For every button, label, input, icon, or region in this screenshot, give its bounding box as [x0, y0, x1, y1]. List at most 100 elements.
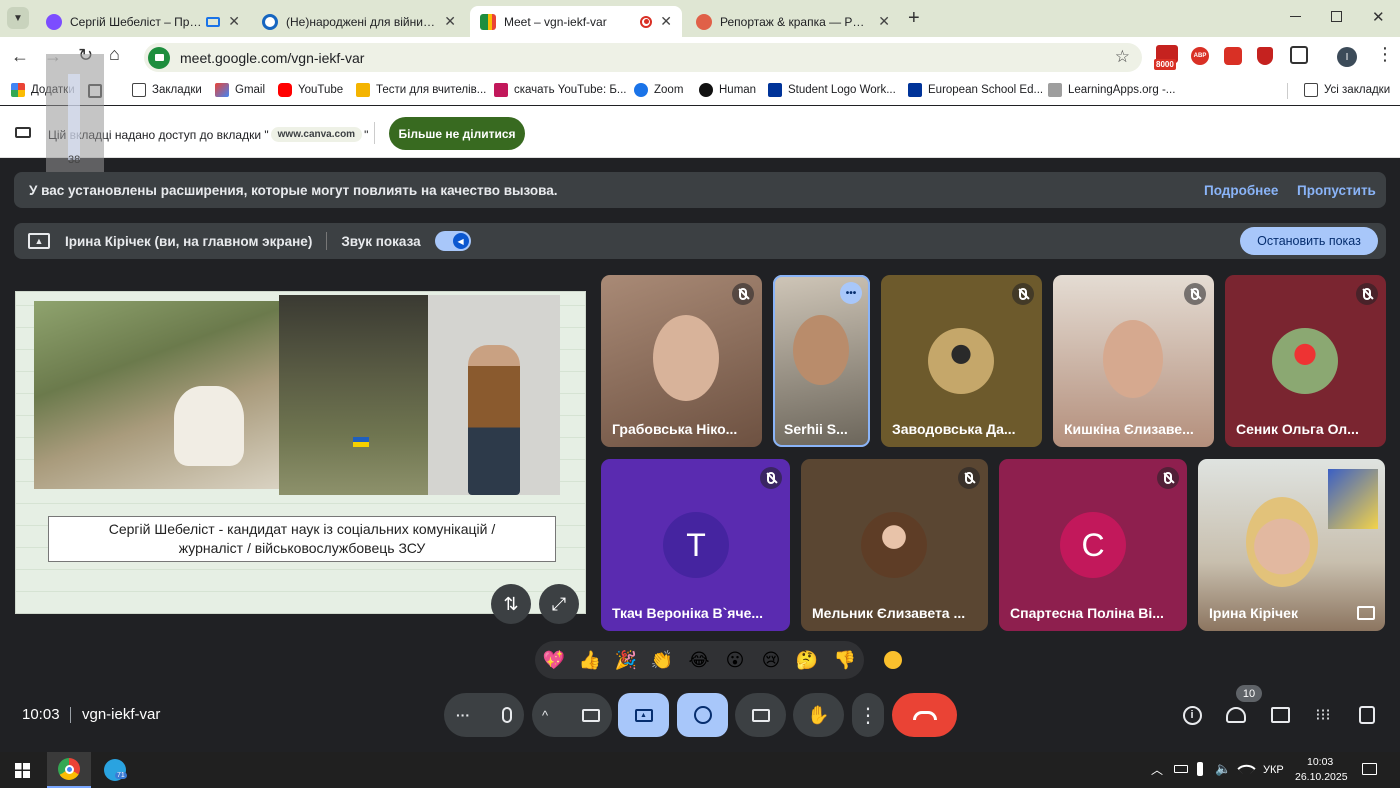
usb-icon[interactable]: [1197, 762, 1203, 776]
participant-avatar: [928, 328, 994, 394]
pip-icon[interactable]: [1357, 606, 1375, 620]
maximize-button[interactable]: [1331, 11, 1342, 22]
notifications-icon[interactable]: [1362, 763, 1377, 775]
present-button[interactable]: ▲: [618, 693, 669, 737]
reaction-laugh[interactable]: 😂: [682, 643, 716, 677]
clock-date[interactable]: 26.10.2025: [1295, 771, 1348, 783]
back-button[interactable]: ←: [11, 46, 29, 67]
skip-link[interactable]: Пропустить: [1297, 183, 1376, 198]
chat-button[interactable]: [1265, 700, 1295, 730]
volume-icon[interactable]: 🔈: [1215, 761, 1231, 777]
camera-icon[interactable]: [582, 708, 600, 722]
all-bookmarks[interactable]: Усі закладки: [1304, 83, 1390, 97]
taskbar-telegram[interactable]: 71: [93, 752, 137, 788]
emoji-button[interactable]: [677, 693, 728, 737]
shield-extension-icon[interactable]: [1257, 47, 1273, 65]
captions-button[interactable]: [735, 693, 786, 737]
tab-meet[interactable]: Meet – vgn-iekf-var ✕: [470, 6, 682, 37]
tab-search-button[interactable]: ▼: [7, 7, 29, 29]
skin-tone-button[interactable]: [884, 651, 902, 669]
reaction-surprised[interactable]: 😮: [718, 643, 752, 677]
participant-name: Кишкіна Єлизаве...: [1064, 421, 1194, 437]
close-icon[interactable]: ✕: [228, 13, 240, 30]
learn-more-link[interactable]: Подробнее: [1204, 183, 1278, 198]
battery-icon[interactable]: [1174, 765, 1188, 773]
profile-avatar[interactable]: I: [1337, 47, 1357, 67]
close-icon[interactable]: ✕: [444, 13, 456, 30]
new-tab-button[interactable]: +: [908, 7, 920, 30]
bookmark-download-youtube[interactable]: скачать YouTube: Б...: [494, 83, 626, 97]
participant-tile[interactable]: Мельник Єлизавета ...: [801, 459, 988, 631]
host-controls-button[interactable]: [1352, 700, 1382, 730]
swap-view-button[interactable]: ⇅: [491, 584, 531, 624]
wifi-icon[interactable]: [1237, 759, 1256, 778]
clock-time[interactable]: 10:03: [1307, 756, 1333, 768]
activities-button[interactable]: ⁝⁝⁝: [1308, 700, 1338, 730]
meeting-info-button[interactable]: i: [1177, 700, 1207, 730]
end-call-button[interactable]: [892, 693, 957, 737]
bookmark-learningapps[interactable]: LearningApps.org -...: [1048, 83, 1175, 97]
bookmark-european-school[interactable]: European School Ed...: [908, 83, 1043, 97]
menu-kebab-icon[interactable]: ⋮: [1376, 44, 1394, 65]
close-icon[interactable]: ✕: [660, 13, 672, 30]
reaction-heart[interactable]: 💖: [537, 643, 571, 677]
sound-toggle[interactable]: ◀: [434, 231, 471, 251]
minimize-button[interactable]: [1290, 16, 1301, 17]
tab-title: Meet – vgn-iekf-var: [504, 14, 607, 29]
reaction-party[interactable]: 🎉: [609, 643, 643, 677]
bookmark-student-logo[interactable]: Student Logo Work...: [768, 83, 896, 97]
bookmark-gmail[interactable]: Gmail: [215, 83, 265, 97]
close-icon[interactable]: ✕: [878, 13, 890, 30]
more-options-button[interactable]: ⋮: [852, 693, 884, 737]
bookmark-star-icon[interactable]: ☆: [1115, 47, 1130, 67]
close-window-button[interactable]: ✕: [1372, 8, 1385, 26]
tab-article[interactable]: (Не)народжені для війни: у По ✕: [252, 6, 466, 37]
reaction-clap[interactable]: 👏: [645, 643, 679, 677]
stop-presenting-button[interactable]: Остановить показ: [1240, 227, 1378, 255]
self-view-tile[interactable]: Ірина Кірічек: [1198, 459, 1385, 631]
home-button[interactable]: ⌂: [109, 44, 120, 65]
extensions-puzzle-icon[interactable]: [1290, 46, 1308, 64]
participant-tile[interactable]: Т Ткач Вероніка В`яче...: [601, 459, 790, 631]
language-indicator[interactable]: УКР: [1263, 764, 1284, 776]
stop-sharing-button[interactable]: Більше не ділитися: [389, 117, 525, 150]
tab-canva[interactable]: Сергій Шебеліст – Презент ✕: [36, 6, 250, 37]
tray-chevron-icon[interactable]: ︿: [1151, 761, 1163, 778]
screen-share-icon: [206, 16, 221, 27]
windows-start-icon[interactable]: [15, 763, 30, 778]
hang-up-icon: [912, 710, 937, 720]
reaction-thinking[interactable]: 🤔: [790, 643, 824, 677]
mic-control[interactable]: ···: [444, 693, 524, 737]
taskbar-chrome[interactable]: [47, 752, 91, 788]
participant-tile[interactable]: Заводовська Да...: [881, 275, 1042, 447]
adblock-icon[interactable]: ABP: [1191, 47, 1209, 65]
canva-icon: [46, 13, 62, 30]
reaction-thumbs-up[interactable]: 👍: [573, 643, 607, 677]
bookmark-human[interactable]: Human: [699, 83, 756, 97]
participant-tile[interactable]: С Спартесна Поліна Ві...: [999, 459, 1187, 631]
more-options-icon[interactable]: ···: [456, 707, 470, 723]
fullscreen-button[interactable]: ⤢: [539, 584, 579, 624]
tab-report[interactable]: Репортаж & крапка — Page 4 ✕: [686, 6, 900, 37]
participant-tile-speaking[interactable]: ••• Serhii S...: [773, 275, 870, 447]
more-horiz-icon[interactable]: •••: [840, 282, 862, 304]
mic-off-icon: [1356, 283, 1378, 305]
participant-tile[interactable]: Сеник Ольга Ол...: [1225, 275, 1386, 447]
bookmark-youtube[interactable]: YouTube: [278, 83, 343, 97]
camera-control[interactable]: ^: [532, 693, 612, 737]
bookmark-tests[interactable]: Тести для вчителів...: [356, 83, 486, 97]
chevron-up-icon[interactable]: ^: [542, 708, 548, 723]
participant-tile[interactable]: Кишкіна Єлизаве...: [1053, 275, 1214, 447]
address-bar[interactable]: meet.google.com/vgn-iekf-var ☆: [144, 43, 1142, 72]
reaction-sad[interactable]: 😢: [754, 643, 788, 677]
presenter-name: Ірина Кірічек (ви, на главном экране): [65, 233, 313, 249]
site-info-icon[interactable]: [148, 46, 170, 69]
microphone-icon[interactable]: [502, 707, 512, 723]
bookmark-zoom[interactable]: Zoom: [634, 83, 683, 97]
participant-tile[interactable]: Грабовська Ніко...: [601, 275, 762, 447]
video-extension-icon[interactable]: [1224, 47, 1242, 65]
reaction-thumbs-down[interactable]: 👎: [828, 643, 862, 677]
bookmark-folder[interactable]: Закладки: [132, 83, 202, 97]
people-button[interactable]: [1221, 700, 1251, 730]
raise-hand-button[interactable]: ✋: [793, 693, 844, 737]
